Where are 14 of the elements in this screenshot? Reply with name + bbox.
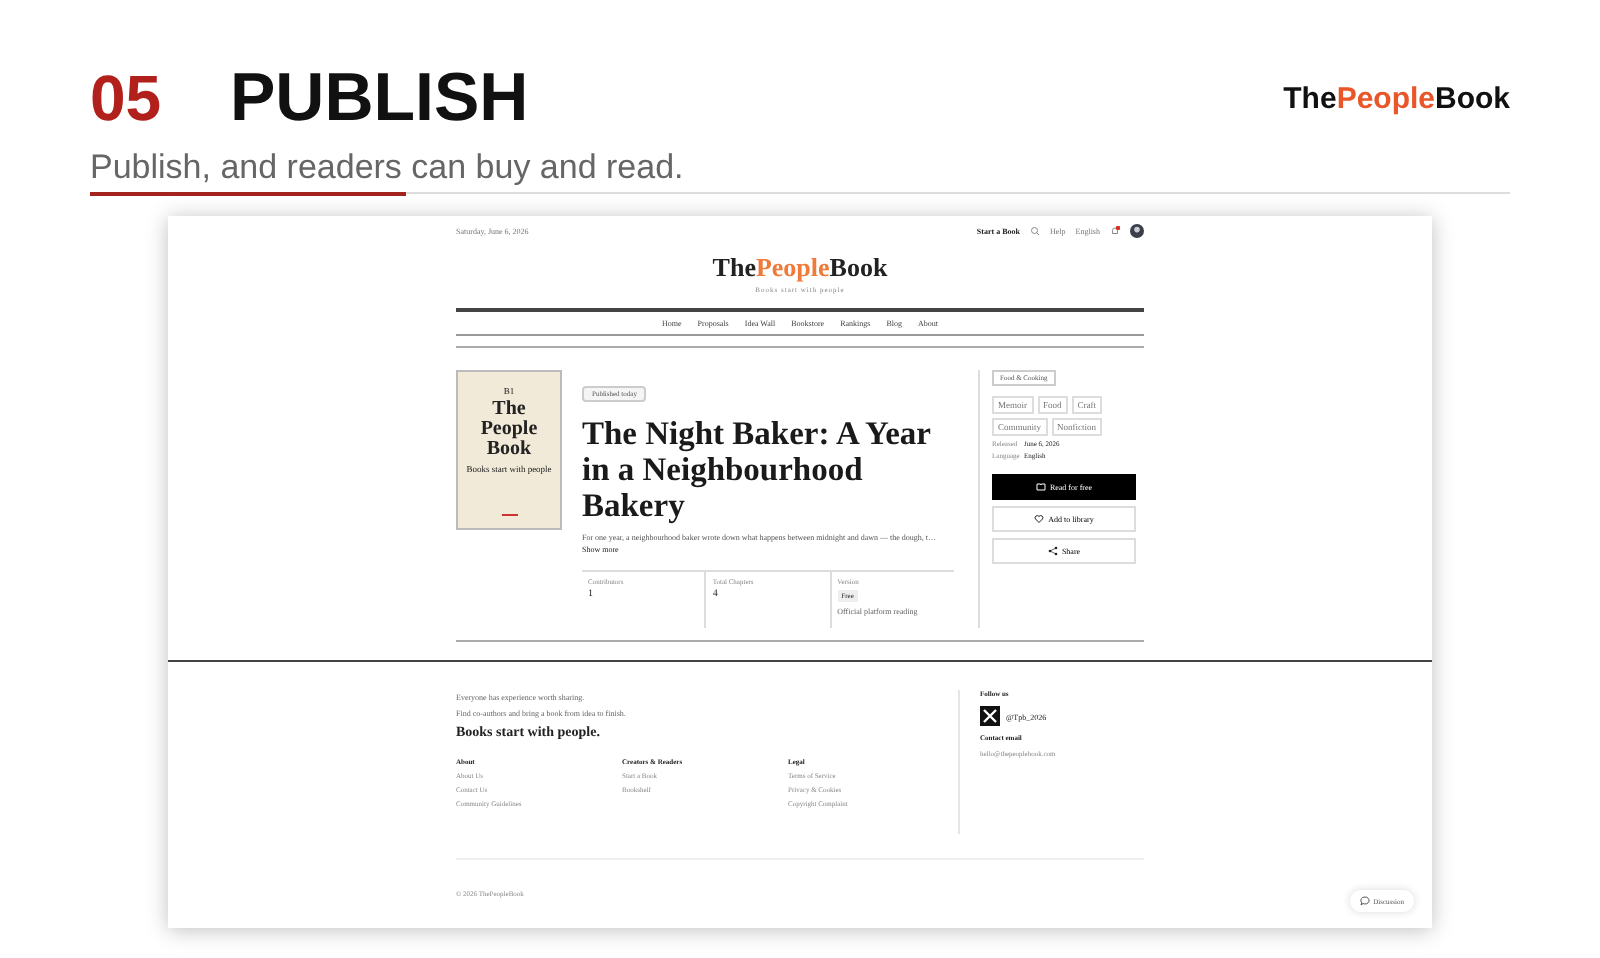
x-logo-icon[interactable] xyxy=(980,706,1000,726)
share-icon xyxy=(1047,546,1058,556)
avatar-icon[interactable] xyxy=(1130,223,1144,237)
slide-subtitle: Publish, and readers can buy and read. xyxy=(90,148,686,188)
book-title: The Night Baker: A Year in a Neighbourhood Bakery xyxy=(582,416,933,524)
slide-number: 05 xyxy=(90,61,164,135)
book-icon xyxy=(1035,482,1046,492)
search-icon[interactable] xyxy=(1029,225,1040,235)
chat-bubble-icon xyxy=(1359,896,1370,906)
brand-logo: ThePeopleBook xyxy=(1283,81,1510,115)
site-logo[interactable]: ThePeopleBook xyxy=(712,254,888,282)
slide-title: PUBLISH xyxy=(230,59,529,137)
bell-icon[interactable] xyxy=(1110,225,1120,235)
heart-icon xyxy=(1034,514,1045,524)
